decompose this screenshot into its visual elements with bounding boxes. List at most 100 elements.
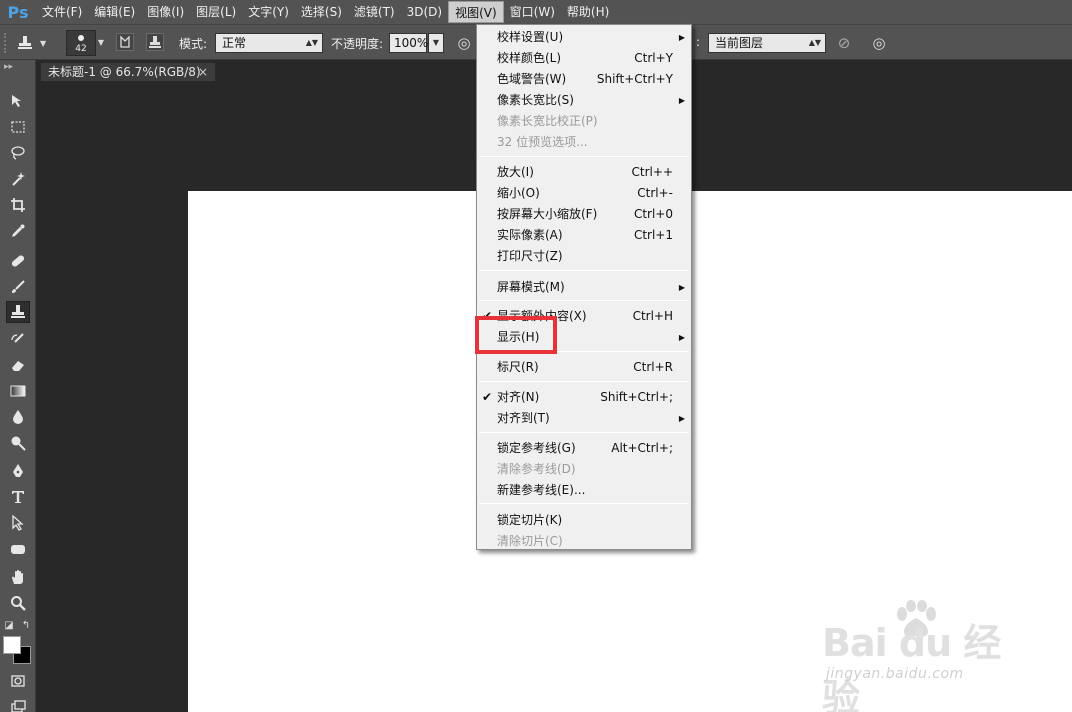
- foreground-color-swatch[interactable]: [3, 636, 21, 654]
- pressure-opacity-icon[interactable]: ◎: [454, 33, 474, 53]
- move-tool[interactable]: [6, 90, 30, 112]
- menu-separator: [479, 156, 689, 157]
- watermark-url: jingyan.baidu.com: [826, 666, 964, 682]
- menu-layer[interactable]: 图层(L): [190, 1, 242, 23]
- clone-stamp-icon: [11, 305, 25, 318]
- menu-select[interactable]: 选择(S): [295, 1, 348, 23]
- menu-item-fit-on-screen[interactable]: 按屏幕大小缩放(F) Ctrl+0: [477, 204, 691, 225]
- pen-tool[interactable]: [6, 460, 30, 482]
- type-tool[interactable]: [6, 486, 30, 508]
- menu-window[interactable]: 窗口(W): [504, 1, 561, 23]
- clone-source-icon: [149, 36, 161, 48]
- menu-item-clear-slices: 清除切片(C): [497, 534, 563, 548]
- menu-item-pixel-aspect-ratio[interactable]: 像素长宽比(S) ▶: [477, 90, 691, 111]
- brush-tool[interactable]: [6, 276, 30, 298]
- gradient-tool[interactable]: [6, 380, 30, 402]
- menu-item-zoom-out[interactable]: 缩小(O) Ctrl+-: [477, 183, 691, 204]
- crop-tool[interactable]: [6, 194, 30, 216]
- zoom-tool[interactable]: [6, 592, 30, 614]
- mode-select[interactable]: 正常 ▲▼: [215, 33, 323, 53]
- marquee-icon: [11, 121, 25, 133]
- submenu-arrow-icon: ▶: [678, 33, 685, 42]
- document-tab[interactable]: 未标题-1 @ 66.7%(RGB/8) ×: [40, 62, 216, 82]
- eyedropper-tool[interactable]: [6, 220, 30, 242]
- menu-image[interactable]: 图像(I): [141, 1, 190, 23]
- magic-wand-icon: [12, 172, 25, 186]
- menu-item-screen-mode[interactable]: 屏幕模式(M) ▶: [477, 277, 691, 298]
- opacity-dropdown-button[interactable]: ▼: [428, 33, 444, 53]
- mode-value: 正常: [222, 36, 247, 50]
- eraser-icon: [12, 361, 24, 371]
- opacity-input[interactable]: 100%: [389, 33, 428, 53]
- chevron-down-icon: ▼: [40, 38, 47, 48]
- select-caret-icon: ▲▼: [305, 38, 318, 47]
- clone-stamp-tool[interactable]: [6, 301, 30, 323]
- menu-separator: [479, 270, 689, 271]
- hand-tool[interactable]: [6, 566, 30, 588]
- pressure-size-icon[interactable]: ◎: [869, 33, 889, 53]
- menu-item-lock-guides[interactable]: 锁定参考线(G) Alt+Ctrl+;: [477, 438, 691, 459]
- menu-item-gamut-warning[interactable]: 色域警告(W) Shift+Ctrl+Y: [477, 69, 691, 90]
- toggle-clone-source-button[interactable]: [146, 33, 164, 51]
- menu-separator: [479, 432, 689, 433]
- menu-view[interactable]: 视图(V): [448, 1, 504, 23]
- menu-type[interactable]: 文字(Y): [242, 1, 295, 23]
- swap-colors-icon[interactable]: ↰: [20, 620, 32, 632]
- menu-3d[interactable]: 3D(D): [401, 1, 448, 23]
- hand-icon: [12, 570, 23, 584]
- default-colors-icon[interactable]: ◪: [3, 620, 15, 632]
- lasso-tool[interactable]: [6, 142, 30, 164]
- toolbox-collapse-icon[interactable]: ▸▸: [4, 62, 13, 72]
- menu-separator: [479, 300, 689, 301]
- ignore-adjustment-layers-icon[interactable]: ⊘: [834, 33, 854, 53]
- menu-item-snap-to[interactable]: 对齐到(T) ▶: [477, 408, 691, 429]
- select-caret-icon: ▲▼: [808, 38, 821, 47]
- mode-label: 模式:: [179, 37, 208, 51]
- move-icon: [12, 95, 21, 107]
- brush-dropdown-arrow[interactable]: ▼: [96, 31, 106, 55]
- screen-mode-button[interactable]: [6, 696, 30, 712]
- options-grip[interactable]: [4, 33, 8, 53]
- menu-item-lock-slices[interactable]: 锁定切片(K): [477, 510, 691, 531]
- brush-size-picker[interactable]: 42: [66, 30, 96, 56]
- menu-item-snap[interactable]: ✔ 对齐(N) Shift+Ctrl+;: [477, 387, 691, 408]
- menu-item-print-size[interactable]: 打印尺寸(Z): [477, 246, 691, 267]
- toolbox: ▸▸ ◪ ↰: [0, 60, 36, 712]
- opacity-label: 不透明度:: [331, 37, 384, 51]
- menu-edit[interactable]: 编辑(E): [88, 1, 141, 23]
- path-selection-tool[interactable]: [6, 512, 30, 534]
- brush-icon: [12, 280, 25, 293]
- menu-item-actual-pixels[interactable]: 实际像素(A) Ctrl+1: [477, 225, 691, 246]
- eraser-tool[interactable]: [6, 354, 30, 376]
- toggle-brush-panel-button[interactable]: [116, 33, 134, 51]
- menu-item-proof-setup[interactable]: 校样设置(U) ▶: [477, 27, 691, 48]
- healing-brush-tool[interactable]: [6, 250, 30, 272]
- zoom-icon: [11, 596, 26, 611]
- history-brush-tool[interactable]: [6, 328, 30, 350]
- menu-item-32bit-preview: 32 位预览选项...: [497, 135, 588, 149]
- view-menu-dropdown: 校样设置(U) ▶ 校样颜色(L) Ctrl+Y 色域警告(W) Shift+Ctrl…: [476, 24, 692, 550]
- menu-item-pixel-aspect-correction: 像素长宽比校正(P): [497, 114, 598, 128]
- brush-panel-icon: [120, 35, 130, 48]
- menu-item-zoom-in[interactable]: 放大(I) Ctrl++: [477, 162, 691, 183]
- blur-tool[interactable]: [6, 406, 30, 428]
- shape-tool[interactable]: [6, 538, 30, 560]
- submenu-arrow-icon: ▶: [678, 96, 685, 105]
- magic-wand-tool[interactable]: [6, 168, 30, 190]
- menu-item-new-guide[interactable]: 新建参考线(E)...: [477, 480, 691, 501]
- menu-file[interactable]: 文件(F): [36, 1, 88, 23]
- menu-item-proof-colors[interactable]: 校样颜色(L) Ctrl+Y: [477, 48, 691, 69]
- sample-select[interactable]: 当前图层 ▲▼: [708, 33, 826, 53]
- menu-item-rulers[interactable]: 标尺(R) Ctrl+R: [477, 357, 691, 378]
- brush-tip-icon: [78, 35, 84, 41]
- marquee-tool[interactable]: [6, 116, 30, 138]
- menu-filter[interactable]: 滤镜(T): [348, 1, 401, 23]
- dodge-tool[interactable]: [6, 432, 30, 454]
- brush-size-value: 42: [75, 44, 87, 54]
- menu-help[interactable]: 帮助(H): [561, 1, 615, 23]
- close-icon[interactable]: ×: [198, 63, 208, 81]
- bandage-icon: [11, 255, 25, 267]
- quick-mask-button[interactable]: [6, 670, 30, 692]
- tool-preset-picker[interactable]: ▼: [16, 31, 56, 55]
- lasso-icon: [11, 146, 25, 160]
